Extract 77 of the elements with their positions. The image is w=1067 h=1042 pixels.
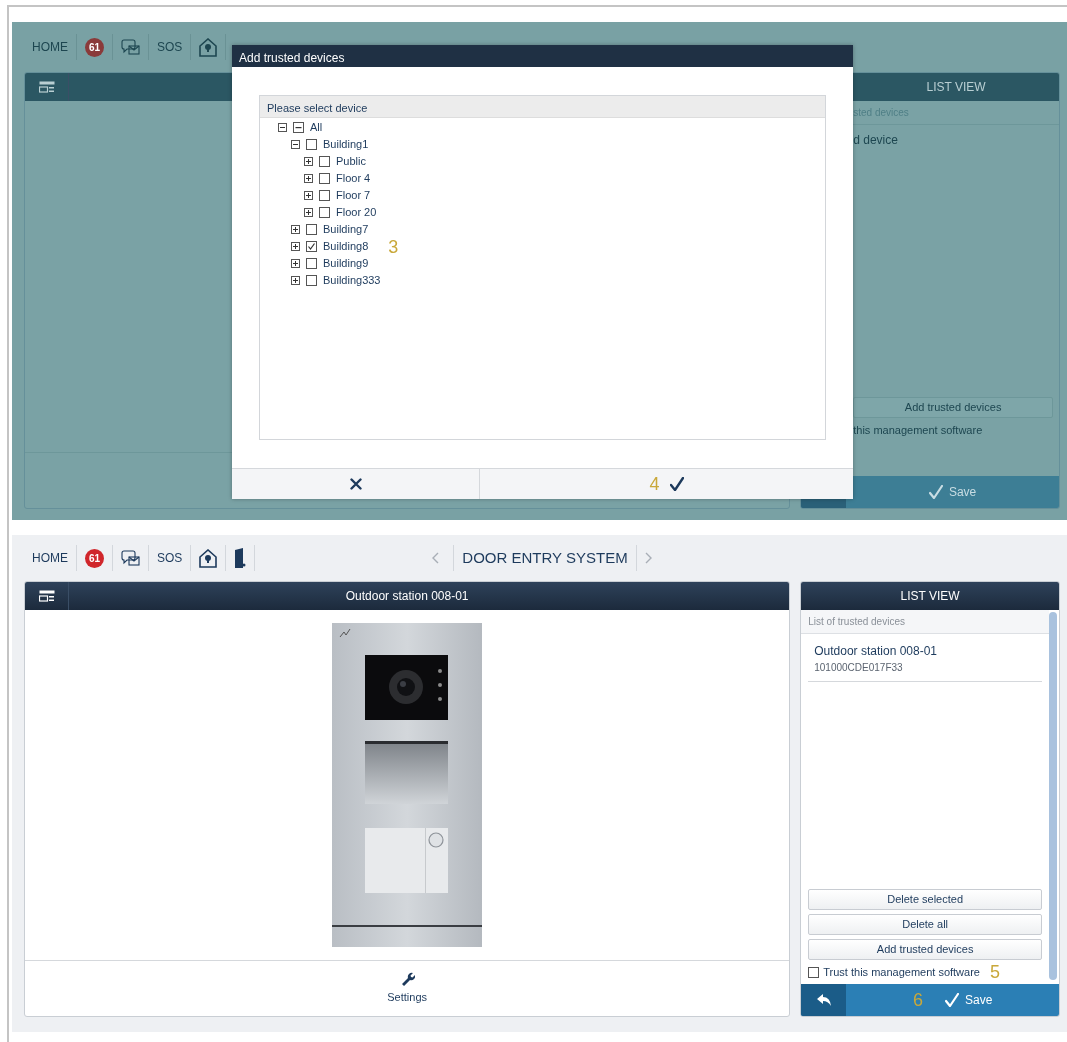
callout-number: 4 bbox=[649, 475, 660, 493]
notification-badge: 61 bbox=[85, 548, 104, 568]
device-name: Outdoor station 008-01 bbox=[814, 643, 938, 660]
checkbox[interactable] bbox=[306, 139, 317, 150]
expand-icon[interactable] bbox=[304, 208, 313, 217]
expand-icon[interactable] bbox=[291, 242, 300, 251]
scrollbar[interactable] bbox=[1049, 612, 1057, 980]
tree-item-label[interactable]: Building1 bbox=[323, 136, 369, 153]
tree-header: Please select device bbox=[260, 96, 825, 118]
checkbox[interactable] bbox=[306, 275, 317, 286]
checkbox[interactable] bbox=[306, 258, 317, 269]
panel-icon bbox=[38, 590, 55, 602]
notification-badge: 61 bbox=[85, 37, 104, 57]
chevron-right-icon bbox=[644, 552, 652, 564]
sos-button[interactable]: SOS bbox=[149, 545, 192, 571]
tree-item-label[interactable]: Building7 bbox=[323, 221, 369, 238]
tree-item-label[interactable]: Floor 20 bbox=[336, 204, 377, 221]
callout-number: 3 bbox=[388, 237, 399, 256]
checkbox[interactable] bbox=[808, 966, 820, 978]
back-button[interactable] bbox=[801, 984, 847, 1016]
collapse-icon[interactable] bbox=[278, 123, 287, 132]
list-action-button[interactable]: Delete selected bbox=[808, 889, 1042, 910]
tree-item-label[interactable]: Building333 bbox=[323, 272, 381, 289]
panel-icon bbox=[38, 81, 55, 93]
list-action-button[interactable]: Delete all bbox=[808, 914, 1042, 935]
check-icon bbox=[928, 485, 943, 499]
house-icon bbox=[199, 548, 218, 568]
tree-item-label[interactable]: Floor 7 bbox=[336, 187, 371, 204]
sos-button[interactable]: SOS bbox=[149, 34, 192, 60]
device-list-item[interactable]: Outdoor station 008-01 101000CDE017F33 bbox=[808, 634, 1042, 682]
tree-item-label[interactable]: Floor 4 bbox=[336, 170, 371, 187]
expand-icon[interactable] bbox=[291, 259, 300, 268]
checkbox[interactable] bbox=[306, 241, 317, 252]
settings-button[interactable]: Settings bbox=[387, 971, 427, 1006]
chevron-left-icon bbox=[432, 552, 440, 564]
door-icon bbox=[234, 548, 247, 568]
panel-title: Outdoor station 008-01 bbox=[344, 588, 470, 605]
page-title: DOOR ENTRY SYSTEM bbox=[454, 545, 637, 571]
close-icon bbox=[349, 478, 362, 490]
chat-mail-icon bbox=[121, 39, 140, 55]
notification-button[interactable]: 61 bbox=[77, 545, 113, 571]
expand-icon[interactable] bbox=[304, 157, 313, 166]
checkbox-label[interactable]: Trust this management software bbox=[823, 963, 980, 981]
dialog-title: Add trusted devices bbox=[232, 45, 853, 67]
device-id: 101000CDE017F33 bbox=[814, 661, 904, 675]
notification-button[interactable]: 61 bbox=[77, 34, 113, 60]
save-button[interactable]: 6 Save bbox=[846, 984, 1059, 1016]
checkbox[interactable] bbox=[319, 207, 330, 218]
expand-icon[interactable] bbox=[291, 276, 300, 285]
tree-item-label[interactable]: All bbox=[310, 119, 323, 136]
tree-item-label[interactable]: Public bbox=[336, 153, 366, 170]
checkbox[interactable] bbox=[319, 173, 330, 184]
checkbox[interactable] bbox=[306, 224, 317, 235]
home-link[interactable]: HOME bbox=[24, 34, 77, 60]
panel-title: LIST VIEW bbox=[900, 588, 960, 605]
callout-number: 5 bbox=[989, 963, 1000, 981]
house-icon bbox=[199, 37, 218, 57]
list-action-button[interactable]: Add trusted devices bbox=[808, 939, 1042, 960]
check-icon bbox=[944, 993, 959, 1007]
callout-number: 6 bbox=[912, 991, 923, 1009]
trust-label: this management software bbox=[852, 423, 984, 438]
checkbox[interactable] bbox=[319, 156, 330, 167]
tree-item-label[interactable]: Building9 bbox=[323, 255, 369, 272]
check-icon bbox=[669, 477, 684, 491]
collapse-icon[interactable] bbox=[291, 140, 300, 149]
back-arrow-icon bbox=[816, 994, 831, 1006]
list-subtitle: List of trusted devices bbox=[801, 610, 1049, 634]
expand-icon[interactable] bbox=[304, 191, 313, 200]
tree-item-label[interactable]: Building8 bbox=[323, 238, 369, 255]
expand-icon[interactable] bbox=[304, 174, 313, 183]
add-devices-button[interactable]: Add trusted devices bbox=[853, 397, 1053, 418]
expand-icon[interactable] bbox=[291, 225, 300, 234]
panel-title: LIST VIEW bbox=[926, 79, 986, 96]
home-link[interactable]: HOME bbox=[24, 545, 77, 571]
checkbox[interactable] bbox=[293, 122, 304, 133]
checkbox[interactable] bbox=[319, 190, 330, 201]
chat-mail-icon bbox=[121, 550, 140, 566]
